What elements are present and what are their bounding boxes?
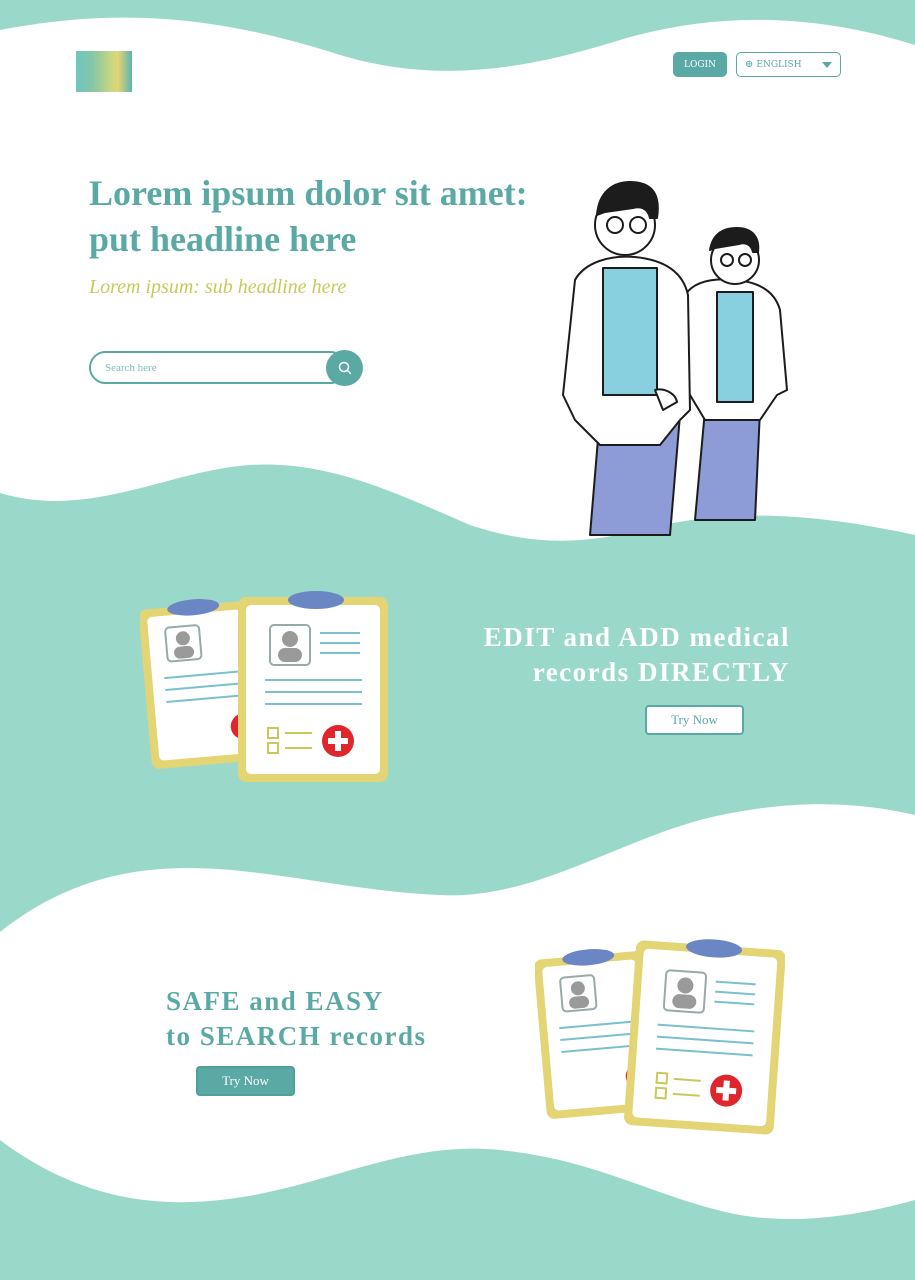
try-now-button-edit[interactable]: Try Now bbox=[645, 705, 744, 735]
promo-search-title-line2: to SEARCH records bbox=[166, 1021, 427, 1051]
brand-logo[interactable] bbox=[76, 51, 132, 92]
language-label: ENGLISH bbox=[756, 59, 802, 70]
hero-headline: Lorem ipsum dolor sit amet: put headline… bbox=[89, 173, 528, 259]
clipboards-illustration-2 bbox=[535, 939, 785, 1135]
promo-search-title: SAFE and EASY to SEARCH records bbox=[166, 984, 486, 1054]
chevron-down-icon bbox=[822, 61, 832, 68]
promo-edit-title-line2: records DIRECTLY bbox=[532, 657, 790, 687]
promo-edit-title-line1: EDIT and ADD medical bbox=[483, 622, 790, 652]
try-now-button-search[interactable]: Try Now bbox=[196, 1066, 295, 1096]
login-button[interactable]: LOGIN bbox=[673, 52, 727, 77]
clipboards-illustration bbox=[140, 591, 388, 782]
bottom-wave bbox=[0, 1140, 915, 1280]
search-icon bbox=[338, 361, 351, 375]
language-select[interactable]: ⊕ ENGLISH bbox=[736, 52, 841, 77]
search-button[interactable] bbox=[326, 350, 363, 386]
doctors-illustration bbox=[562, 181, 788, 536]
search-input[interactable] bbox=[89, 351, 347, 384]
promo-edit-title: EDIT and ADD medical records DIRECTLY bbox=[440, 620, 790, 690]
search-bar bbox=[89, 350, 363, 386]
promo-search-title-line1: SAFE and EASY bbox=[166, 986, 384, 1016]
hero-subheadline: Lorem ipsum: sub headline here bbox=[89, 276, 347, 298]
globe-icon: ⊕ bbox=[745, 59, 754, 70]
